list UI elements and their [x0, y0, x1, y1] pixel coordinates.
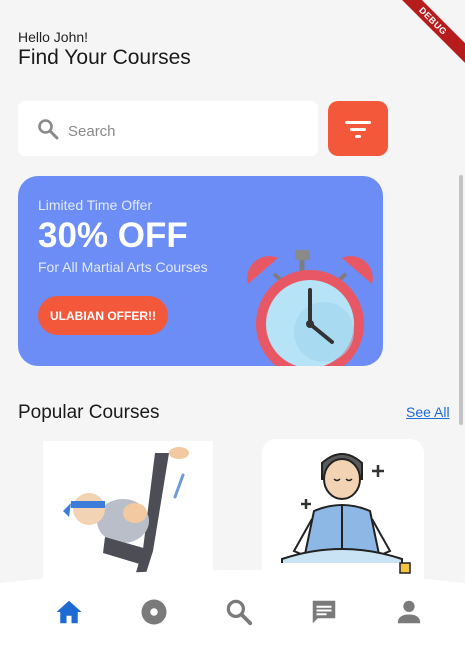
nav-profile[interactable] [392, 595, 426, 629]
nav-home[interactable] [52, 595, 86, 629]
filter-button[interactable] [328, 101, 388, 156]
promo-offer-button[interactable]: ULABIAN OFFER!! [38, 296, 168, 335]
debug-banner-label: DEBUG [395, 0, 465, 69]
filter-icon [345, 120, 371, 138]
popular-courses-title: Popular Courses [18, 402, 160, 423]
search-bar[interactable] [18, 101, 318, 156]
disc-icon [141, 599, 167, 625]
search-icon [38, 119, 59, 140]
nav-explore[interactable] [137, 595, 171, 629]
bottom-navigation [0, 565, 465, 645]
promo-kicker: Limited Time Offer [38, 197, 153, 213]
promo-subtitle: For All Martial Arts Courses [38, 259, 208, 275]
alarm-clock-illustration [247, 250, 373, 366]
promo-headline: 30% OFF [38, 216, 188, 255]
nav-search[interactable] [222, 595, 256, 629]
greeting-text: Hello John! [18, 29, 89, 45]
search-icon [226, 599, 253, 626]
search-input[interactable] [68, 117, 298, 141]
page-title: Find Your Courses [18, 46, 191, 69]
home-icon [56, 600, 82, 624]
promo-banner: Limited Time Offer 30% OFF For All Marti… [18, 176, 383, 366]
chat-icon [312, 600, 336, 624]
nav-messages[interactable] [307, 595, 341, 629]
see-all-link[interactable]: See All [406, 404, 450, 420]
person-icon [397, 600, 421, 624]
scrollbar[interactable] [459, 175, 463, 425]
debug-banner: DEBUG [395, 0, 465, 70]
